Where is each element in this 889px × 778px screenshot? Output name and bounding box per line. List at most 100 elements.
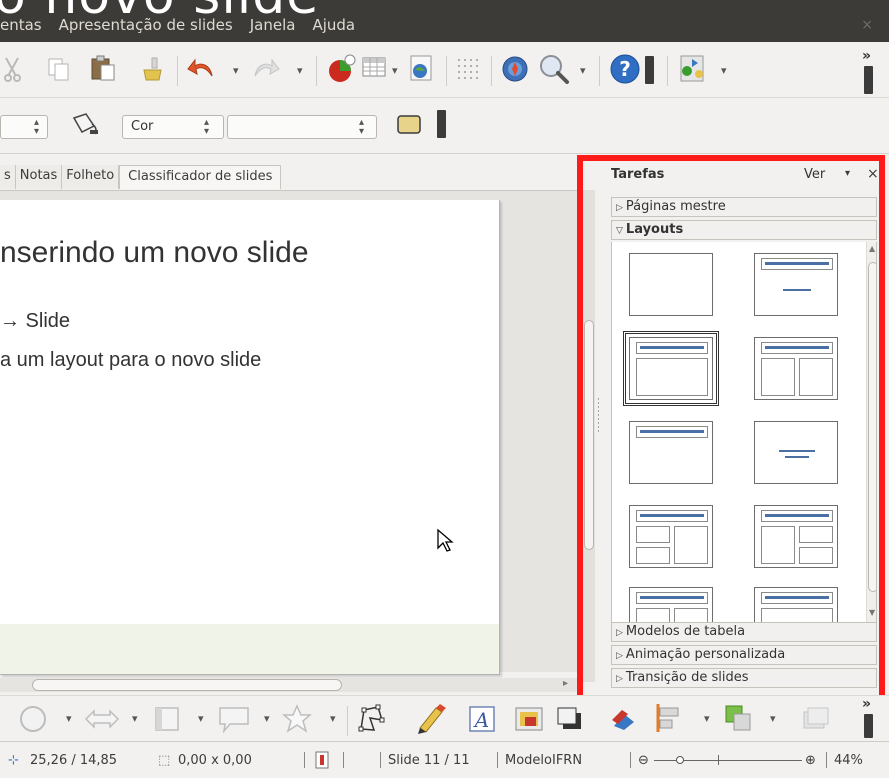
- layout-blank[interactable]: [629, 253, 713, 316]
- section-custom-animation[interactable]: ▷ Animação personalizada: [611, 645, 877, 665]
- menu-slideshow[interactable]: Apresentação de slides: [59, 16, 233, 38]
- section-layouts[interactable]: ▽ Layouts: [611, 220, 877, 240]
- slide-bullet[interactable]: → Slide: [0, 310, 70, 333]
- arrange-dropdown-icon[interactable]: ▾: [770, 712, 776, 725]
- toolbar-grip[interactable]: [645, 56, 654, 84]
- section-slide-transition[interactable]: ▷ Transição de slides: [611, 668, 877, 688]
- close-window-icon[interactable]: ×: [861, 17, 873, 33]
- slide-insert-icon[interactable]: [676, 52, 708, 84]
- star-icon[interactable]: [282, 704, 312, 734]
- select-arrows-icon[interactable]: ▴ ▾: [359, 118, 364, 137]
- toolbar-overflow-icon[interactable]: »: [862, 48, 871, 64]
- cut-icon[interactable]: [2, 56, 22, 82]
- extrusion-icon[interactable]: [800, 704, 830, 732]
- redo-icon[interactable]: [251, 54, 281, 82]
- zoom-out-icon[interactable]: ⊖: [638, 753, 649, 768]
- document-modified-icon[interactable]: [314, 751, 330, 773]
- insert-image-icon[interactable]: [514, 705, 544, 733]
- scrollbar-thumb[interactable]: [32, 679, 342, 691]
- menu-tools[interactable]: entas: [0, 16, 42, 38]
- zoom-in-icon[interactable]: ⊕: [805, 753, 816, 768]
- chart-icon[interactable]: [326, 52, 360, 84]
- scroll-right-icon[interactable]: ▸: [563, 678, 568, 689]
- fill-style-select[interactable]: Cor ▴ ▾: [122, 115, 224, 139]
- layout-title-content[interactable]: [623, 331, 719, 406]
- view-menu-button[interactable]: Ver: [804, 167, 825, 182]
- tab-notes[interactable]: Notas: [15, 165, 63, 189]
- text-icon[interactable]: A: [467, 704, 497, 734]
- section-master-pages[interactable]: ▷ Páginas mestre: [611, 197, 877, 217]
- layout-title-4content[interactable]: [754, 587, 838, 622]
- points-icon[interactable]: [356, 704, 386, 734]
- align-icon[interactable]: [652, 702, 686, 734]
- scrollbar-thumb[interactable]: [584, 320, 594, 550]
- layout-title-2content-right[interactable]: [754, 505, 838, 568]
- star-dropdown-icon[interactable]: ▾: [330, 712, 336, 725]
- layout-centered-text[interactable]: [754, 421, 838, 484]
- table-dropdown-icon[interactable]: ▾: [392, 64, 398, 77]
- layout-title-slide[interactable]: [754, 253, 838, 316]
- toolbar-grip[interactable]: [437, 110, 446, 138]
- editor-horizontal-scrollbar[interactable]: ▸: [0, 678, 580, 692]
- menu-help[interactable]: Ajuda: [312, 16, 355, 38]
- select-arrows-icon[interactable]: ▴ ▾: [204, 118, 209, 137]
- zoom-level[interactable]: 44%: [834, 753, 863, 768]
- callout-icon[interactable]: [216, 704, 252, 734]
- toolbar-grip[interactable]: [864, 714, 873, 738]
- layout-title-content-over-content[interactable]: [629, 587, 713, 622]
- paste-icon[interactable]: [89, 54, 117, 82]
- rotate-icon[interactable]: [608, 704, 638, 734]
- ellipse-dropdown-icon[interactable]: ▾: [66, 712, 72, 725]
- layout-title-only[interactable]: [629, 421, 713, 484]
- pane-splitter[interactable]: · · · · · · · · ·: [597, 396, 600, 437]
- clone-formatting-icon[interactable]: [139, 56, 165, 82]
- flowchart-icon[interactable]: [152, 705, 182, 733]
- block-arrows-dropdown-icon[interactable]: ▾: [132, 712, 138, 725]
- layouts-scrollbar[interactable]: ▲ ▼: [866, 242, 876, 622]
- slide-canvas[interactable]: nserindo um novo slide → Slide a um layo…: [0, 200, 500, 675]
- align-dropdown-icon[interactable]: ▾: [704, 712, 710, 725]
- copy-icon[interactable]: [46, 56, 72, 82]
- scrollbar-thumb[interactable]: [868, 262, 876, 592]
- zoom-icon[interactable]: [538, 53, 570, 85]
- zoom-dropdown-icon[interactable]: ▾: [580, 64, 586, 77]
- undo-icon[interactable]: [186, 54, 216, 82]
- area-fill-icon[interactable]: [68, 110, 102, 140]
- menu-window[interactable]: Janela: [250, 16, 296, 38]
- line-width-spinner[interactable]: ▴ ▾: [0, 115, 48, 139]
- layout-title-2content-left[interactable]: [629, 505, 713, 568]
- layout-title-two-columns[interactable]: [754, 337, 838, 400]
- slide-insert-dropdown-icon[interactable]: ▾: [721, 64, 727, 77]
- close-icon[interactable]: ×: [867, 166, 879, 182]
- navigator-icon[interactable]: [500, 54, 530, 84]
- flowchart-dropdown-icon[interactable]: ▾: [198, 712, 204, 725]
- callout-dropdown-icon[interactable]: ▾: [264, 712, 270, 725]
- grid-icon[interactable]: [455, 56, 479, 80]
- image-icon[interactable]: [408, 54, 434, 82]
- tab-slide-sorter[interactable]: Classificador de slides: [119, 165, 282, 189]
- fill-color-select[interactable]: ▴ ▾: [227, 115, 377, 139]
- ellipse-icon[interactable]: [18, 704, 48, 734]
- spin-arrows-icon[interactable]: ▴ ▾: [34, 118, 39, 137]
- block-arrows-icon[interactable]: [84, 706, 120, 732]
- undo-dropdown-icon[interactable]: ▾: [233, 64, 239, 77]
- master-page-name[interactable]: ModeloIFRN: [505, 753, 582, 768]
- shadow-toggle-icon[interactable]: [555, 705, 583, 733]
- editor-vertical-scrollbar[interactable]: [583, 190, 595, 682]
- zoom-slider-handle[interactable]: [676, 756, 684, 764]
- tab-handout[interactable]: Folheto: [62, 165, 120, 189]
- table-icon[interactable]: [362, 56, 386, 78]
- shadow-icon[interactable]: [395, 113, 425, 139]
- help-icon[interactable]: ?: [609, 53, 641, 85]
- toolbar-grip[interactable]: [864, 66, 873, 94]
- toolbar-overflow-icon[interactable]: »: [862, 696, 871, 712]
- slide-title[interactable]: nserindo um novo slide: [0, 236, 309, 270]
- redo-dropdown-icon[interactable]: ▾: [297, 64, 303, 77]
- section-table-design[interactable]: ▷ Modelos de tabela: [611, 622, 877, 642]
- fontwork-icon[interactable]: [414, 702, 448, 736]
- slide-bullet[interactable]: a um layout para o novo slide: [0, 349, 261, 372]
- chevron-down-icon[interactable]: ▾: [845, 168, 850, 179]
- scroll-down-icon[interactable]: ▼: [869, 608, 875, 617]
- arrange-icon[interactable]: [722, 702, 756, 734]
- tab-outline[interactable]: s: [0, 165, 16, 189]
